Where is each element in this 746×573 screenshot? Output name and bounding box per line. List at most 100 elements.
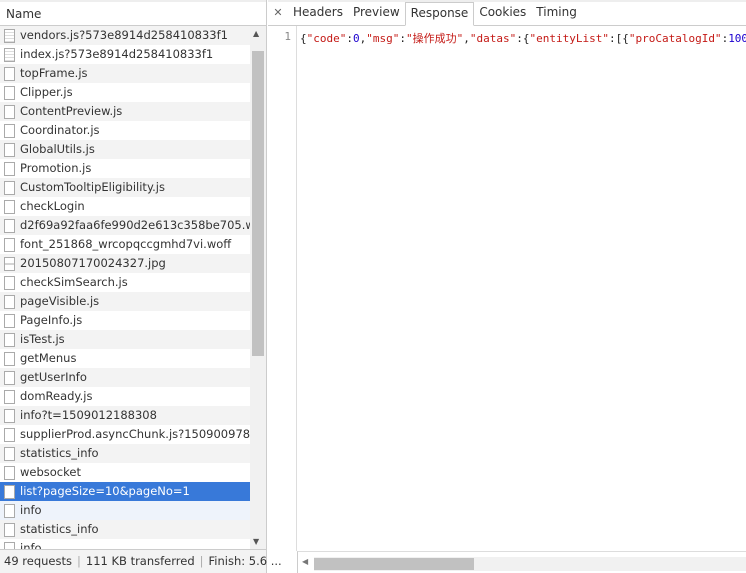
document-file-icon (4, 446, 15, 461)
horizontal-scrollbar[interactable]: ◀ (297, 551, 746, 573)
vertical-scrollbar[interactable]: ▲ ▼ (250, 26, 266, 549)
request-row[interactable]: checkSimSearch.js (0, 273, 250, 292)
tab-timing[interactable]: Timing (531, 2, 582, 25)
scrollbar-thumb[interactable] (314, 558, 474, 570)
request-list-panel: Name vendors.js?573e8914d258410833f1 inde… (0, 0, 282, 573)
document-file-icon (4, 104, 15, 119)
close-icon[interactable]: ✕ (268, 2, 288, 25)
document-file-icon (4, 237, 15, 252)
request-row[interactable]: supplierProd.asyncChunk.js?1509009781489 (0, 425, 250, 444)
tab-headers[interactable]: Headers (288, 2, 348, 25)
scroll-left-icon[interactable]: ◀ (302, 557, 308, 566)
image-file-icon (4, 256, 15, 271)
request-row[interactable]: isTest.js (0, 330, 250, 349)
request-row[interactable]: checkLogin (0, 197, 250, 216)
name-column-header[interactable]: Name (0, 0, 266, 26)
request-row[interactable]: d2f69a92faa6fe990d2e613c358be705.woff (0, 216, 250, 235)
request-row[interactable]: getMenus (0, 349, 250, 368)
document-file-icon (4, 142, 15, 157)
document-file-icon (4, 66, 15, 81)
request-row[interactable]: vendors.js?573e8914d258410833f1 (0, 26, 250, 45)
json-token: : (346, 32, 353, 45)
json-token: :{ (516, 32, 530, 45)
request-name: topFrame.js (20, 66, 88, 80)
request-row[interactable]: topFrame.js (0, 64, 250, 83)
request-name: GlobalUtils.js (20, 142, 95, 156)
status-bar: 49 requests | 111 KB transferred | Finish: 5… (0, 549, 282, 573)
document-file-icon (4, 180, 15, 195)
request-name: index.js?573e8914d258410833f1 (20, 47, 214, 61)
document-file-icon (4, 123, 15, 138)
document-file-icon (4, 503, 15, 518)
request-row[interactable]: Clipper.js (0, 83, 250, 102)
request-row[interactable]: ContentPreview.js (0, 102, 250, 121)
request-row[interactable]: Coordinator.js (0, 121, 250, 140)
request-rows: vendors.js?573e8914d258410833f1 index.js?… (0, 26, 250, 549)
document-file-icon (4, 370, 15, 385)
request-name: vendors.js?573e8914d258410833f1 (20, 28, 228, 42)
request-row[interactable]: Promotion.js (0, 159, 250, 178)
json-token: "操作成功" (406, 32, 464, 45)
json-token: "datas" (469, 32, 517, 45)
document-file-icon (4, 294, 15, 309)
request-row[interactable]: font_251868_wrcopqccgmhd7vi.woff (0, 235, 250, 254)
tab-response[interactable]: Response (404, 2, 475, 26)
request-row[interactable]: getUserInfo (0, 368, 250, 387)
request-row[interactable]: websocket (0, 463, 250, 482)
request-name: getUserInfo (20, 370, 87, 384)
document-file-icon (4, 218, 15, 233)
request-name: statistics_info (20, 446, 99, 460)
scroll-up-icon[interactable]: ▲ (253, 29, 259, 38)
document-file-icon (4, 85, 15, 100)
document-file-icon (4, 427, 15, 442)
request-name: ContentPreview.js (20, 104, 123, 118)
request-row[interactable]: GlobalUtils.js (0, 140, 250, 159)
request-name: Promotion.js (20, 161, 92, 175)
json-token: "proCatalogId" (628, 32, 722, 45)
request-name: info (20, 541, 42, 549)
script-file-icon (4, 28, 15, 43)
request-row[interactable]: statistics_info (0, 520, 250, 539)
request-name: isTest.js (20, 332, 65, 346)
transferred-size: 111 KB transferred (85, 554, 195, 568)
json-token: , (463, 32, 470, 45)
scrollbar-thumb[interactable] (252, 51, 264, 356)
request-name: checkLogin (20, 199, 85, 213)
request-row[interactable]: CustomTooltipEligibility.js (0, 178, 250, 197)
json-token: "entityList" (529, 32, 609, 45)
tab-cookies[interactable]: Cookies (474, 2, 531, 25)
json-token: 100 (728, 32, 746, 45)
request-name: Clipper.js (20, 85, 73, 99)
request-name: 20150807170024327.jpg (20, 256, 166, 270)
document-file-icon (4, 541, 15, 549)
document-file-icon (4, 351, 15, 366)
document-file-icon (4, 161, 15, 176)
request-row[interactable]: info (0, 539, 250, 549)
request-name: Coordinator.js (20, 123, 100, 137)
request-name: checkSimSearch.js (20, 275, 128, 289)
json-token: : (399, 32, 406, 45)
request-row[interactable]: info?t=1509012188308 (0, 406, 250, 425)
request-row[interactable]: list?pageSize=10&pageNo=1 (0, 482, 250, 501)
json-token: "code" (306, 32, 347, 45)
request-row[interactable]: PageInfo.js (0, 311, 250, 330)
request-row[interactable]: 20150807170024327.jpg (0, 254, 250, 273)
request-row[interactable]: pageVisible.js (0, 292, 250, 311)
tab-preview[interactable]: Preview (348, 2, 405, 25)
request-count: 49 requests (4, 554, 72, 568)
json-token: :[{ (608, 32, 629, 45)
request-row[interactable]: index.js?573e8914d258410833f1 (0, 45, 250, 64)
document-file-icon (4, 313, 15, 328)
request-row[interactable]: domReady.js (0, 387, 250, 406)
response-line[interactable]: {"code":0,"msg":"操作成功","datas":{"entityL… (300, 30, 746, 46)
request-name: statistics_info (20, 522, 99, 536)
request-name: PageInfo.js (20, 313, 83, 327)
document-file-icon (4, 408, 15, 423)
request-name: domReady.js (20, 389, 93, 403)
json-token: 0 (353, 32, 360, 45)
request-name: getMenus (20, 351, 77, 365)
document-file-icon (4, 332, 15, 347)
request-row[interactable]: info (0, 501, 250, 520)
request-row[interactable]: statistics_info (0, 444, 250, 463)
scroll-down-icon[interactable]: ▼ (253, 537, 259, 546)
